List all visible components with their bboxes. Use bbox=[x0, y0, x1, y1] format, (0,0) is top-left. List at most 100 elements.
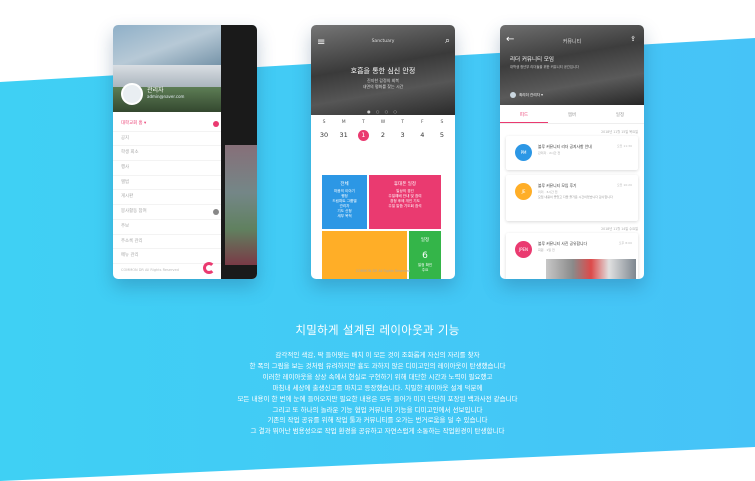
tab-members[interactable]: 멤버 bbox=[548, 108, 596, 123]
menu-item-board[interactable]: 게시판 bbox=[113, 190, 221, 206]
app-title: Sanctuary bbox=[371, 39, 395, 44]
feed-card[interactable]: JPEN 블루 커뮤니티 사진 공유합니다 회원 · 1일 전 오후 8:00 bbox=[506, 233, 638, 279]
menu-item-label: 앨범 bbox=[121, 179, 130, 185]
tile-text-line: 주일 말씀 기도회 참석 bbox=[388, 204, 422, 208]
feed-date-label: 2018년 11월 14일 수요일 bbox=[601, 227, 638, 231]
card-avatar: JPEN bbox=[515, 241, 532, 258]
toggle-indicator[interactable] bbox=[213, 209, 219, 216]
card-photo[interactable] bbox=[546, 259, 636, 279]
phone-mockup-menu: 관리자 admin@naver.com 대학교회 홈 ▾ 공지 학생 회소 행사… bbox=[113, 25, 257, 279]
profile-email: admin@naver.com bbox=[147, 94, 185, 99]
tile-phone-schedule[interactable]: 휴대폰 일정 일상의 경건 주일예배 안내 및 참여 경청 후에 개인 기도 주… bbox=[369, 175, 441, 229]
card-body: 모임 내용이 좋았고 다들 즐거운 시간이었습니다 감사합니다 bbox=[538, 195, 613, 199]
hero-title: 호흡을 통한 심신 안정 bbox=[350, 67, 416, 75]
week-date-strip: 30 31 1 2 3 4 5 bbox=[317, 130, 449, 141]
card-meta: 리더 · 3시간 전 bbox=[538, 190, 558, 194]
copyright-footer: COMMON DR All Rights Reserved bbox=[121, 268, 179, 272]
weekday-label: W bbox=[380, 120, 386, 125]
menu-item-bulletin[interactable]: 주보 bbox=[113, 220, 221, 235]
menu-item-contacts[interactable]: 주소록 관리 bbox=[113, 235, 221, 250]
tile-text-line: 세부 목적 bbox=[337, 214, 352, 218]
card-avatar: PM bbox=[515, 144, 532, 161]
menu-item-students[interactable]: 학생 회소 bbox=[113, 146, 221, 162]
description-line: 한 폭의 그림을 보는 것처럼 유려하지만 흉도 과하지 않은 디미고인의 레이… bbox=[249, 361, 506, 370]
menu-item-album[interactable]: 앨범 bbox=[113, 176, 221, 191]
description-line: 모든 내용이 한 번에 눈에 들어오지만 필요한 내용은 모두 들어가 미지 단… bbox=[237, 394, 518, 403]
community-tabs: 피드 멤버 일정 bbox=[500, 108, 644, 124]
schedule-tiles: 전체 마음의 이야기 행정 드림파트 그룹별 관리자 기도 신청 세부 목적 휴… bbox=[322, 175, 444, 279]
tile-title: 일정 bbox=[420, 238, 430, 243]
menu-item-notice[interactable]: 공지 bbox=[113, 132, 221, 147]
description-line: 그리고 또 하나의 놀라운 기능 협업 커뮤니티 기능을 디미고인에서 선보입니… bbox=[272, 405, 483, 414]
background-tiles-preview bbox=[225, 145, 257, 265]
calendar-day[interactable]: 2 bbox=[376, 130, 390, 141]
menu-item-volunteer[interactable]: 봉사활동 참여 bbox=[113, 205, 221, 220]
menu-item-label: 주소록 관리 bbox=[121, 238, 143, 244]
menu-item-label: 학생 회소 bbox=[121, 150, 139, 156]
tile-text: 마음의 이야기 행정 드림파트 그룹별 관리자 기도 신청 세부 목적 bbox=[325, 189, 364, 219]
description-line: 마침내 세상에 출생신고를 마치고 등장했습니다. 치밀한 레이아웃 설계 덕분… bbox=[272, 383, 483, 392]
card-avatar: JE bbox=[515, 183, 532, 200]
weekday-label: M bbox=[341, 120, 346, 125]
weekday-label: T bbox=[401, 120, 404, 125]
feed-card[interactable]: PM 블루 커뮤니티 리더 공지사항 안내 관리자 · 2시간 전 오전 11:… bbox=[506, 136, 638, 170]
carousel-pager[interactable]: ● ○ ○ ○ bbox=[311, 109, 455, 114]
community-owner[interactable]: 최리더 관리자 ▾ bbox=[510, 92, 543, 98]
feed-date-label: 2018년 11월 15일 목요일 bbox=[601, 130, 638, 134]
card-title: 블루 커뮤니티 사진 공유합니다 bbox=[538, 241, 588, 246]
card-meta: 회원 · 1일 전 bbox=[538, 248, 555, 252]
card-title: 블루 커뮤니티 모임 후기 bbox=[538, 183, 577, 188]
app-logo-icon bbox=[203, 262, 215, 274]
tile-text: 일상의 경건 주일예배 안내 및 참여 경청 후에 개인 기도 주일 말씀 기도… bbox=[372, 189, 438, 209]
calendar-day[interactable]: 30 bbox=[317, 130, 331, 141]
menu-item-label: 공지 bbox=[121, 135, 130, 141]
description-line: 감각적인 색감, 딱 들어맞는 배치 이 모든 것이 조화롭게 자신의 자리를 … bbox=[275, 351, 480, 359]
hero-subtitle-line: 내면의 평화를 찾는 시간 bbox=[362, 83, 404, 89]
tile-title: 전체 bbox=[340, 182, 349, 187]
section-title: 치밀하게 설계된 레이아웃과 기능 bbox=[295, 323, 460, 337]
calendar-day[interactable]: 3 bbox=[396, 130, 410, 141]
tab-feed[interactable]: 피드 bbox=[500, 108, 548, 123]
phone-mockup-community: ← 커뮤니티 ⇪ 리더 커뮤니티 모임 대학생 청년부 리더들을 위한 커뮤니티… bbox=[500, 25, 644, 279]
calendar-day[interactable]: 4 bbox=[415, 130, 429, 141]
weekday-label: S bbox=[322, 120, 326, 125]
section-description: 감각적인 색감, 딱 들어맞는 배치 이 모든 것이 조화롭게 자신의 자리를 … bbox=[0, 350, 755, 437]
tile-title: 휴대폰 일정 bbox=[393, 182, 417, 187]
notification-badge bbox=[213, 121, 219, 127]
description-line: 기존의 작업 공유를 위해 작업 툴과 커뮤니티를 오가는 번거로움을 덜 수 … bbox=[267, 416, 488, 425]
weekday-label: F bbox=[420, 120, 424, 125]
avatar bbox=[510, 92, 516, 98]
menu-item-label: 봉사활동 참여 bbox=[121, 209, 147, 215]
share-icon[interactable]: ⇪ bbox=[630, 36, 636, 43]
menu-item-label: 메뉴 관리 bbox=[121, 253, 139, 259]
calendar-day[interactable]: 5 bbox=[435, 130, 449, 141]
weekday-label: S bbox=[440, 120, 444, 125]
card-meta: 관리자 · 2시간 전 bbox=[538, 151, 561, 155]
menu-item-menu-admin[interactable]: 메뉴 관리 bbox=[113, 249, 221, 264]
avatar[interactable] bbox=[121, 83, 143, 105]
description-line: 그 결과 뛰어난 범용성으로 작업 환경을 공유하고 자연스럽게 소통하는 작업… bbox=[250, 427, 505, 436]
menu-item-label: 대학교회 홈 ▾ bbox=[121, 121, 147, 126]
card-time: 오전 10:20 bbox=[616, 183, 632, 187]
hero-subtitle: 진지한 감정의 회복 내면의 평화를 찾는 시간 bbox=[311, 78, 455, 89]
weekday-label: T bbox=[361, 120, 365, 125]
tile-all[interactable]: 전체 마음의 이야기 행정 드림파트 그룹별 관리자 기도 신청 세부 목적 bbox=[322, 175, 367, 229]
weekday-header: S M T W T F S bbox=[317, 120, 449, 125]
card-time: 오전 11:30 bbox=[616, 144, 632, 148]
screen-title: 커뮤니티 bbox=[562, 39, 582, 45]
community-description: 대학생 청년부 리더들을 위한 커뮤니티 공간입니다 bbox=[510, 65, 579, 69]
calendar-day-selected[interactable]: 1 bbox=[357, 130, 369, 141]
side-menu: 대학교회 홈 ▾ 공지 학생 회소 행사 앨범 게시판 봉사활동 참여 주보 주… bbox=[113, 117, 221, 264]
menu-item-label: 게시판 bbox=[121, 194, 134, 200]
owner-name: 최리더 관리자 ▾ bbox=[519, 93, 543, 97]
card-time: 오후 8:00 bbox=[618, 241, 632, 245]
menu-item-events[interactable]: 행사 bbox=[113, 161, 221, 176]
menu-item-home[interactable]: 대학교회 홈 ▾ bbox=[113, 117, 221, 132]
description-line: 이러한 레이아웃을 상상 속에서 현실로 구현하기 위해 대단한 시간과 노력이… bbox=[262, 372, 493, 381]
search-icon[interactable]: ⌕ bbox=[445, 37, 450, 46]
feed-card[interactable]: JE 블루 커뮤니티 모임 후기 리더 · 3시간 전 모임 내용이 좋았고 다… bbox=[506, 175, 638, 221]
tab-schedule[interactable]: 일정 bbox=[596, 108, 644, 123]
menu-item-label: 행사 bbox=[121, 165, 130, 171]
calendar-day[interactable]: 31 bbox=[337, 130, 351, 141]
profile-name: 관리자 bbox=[147, 87, 164, 94]
